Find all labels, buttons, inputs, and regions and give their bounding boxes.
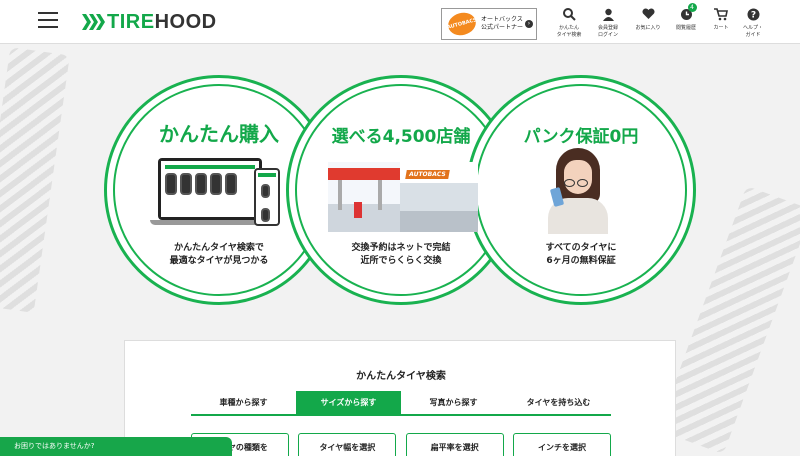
autobacs-partner-banner[interactable]: AUTOBACS オートバックス 公式パートナー › [441,8,537,40]
cart-icon [714,6,728,22]
svg-text:?: ? [750,10,755,20]
tire-track-left [0,47,70,313]
nav-login[interactable]: 会員登録 ログイン [586,6,630,39]
select-aspect-ratio-button[interactable]: 扁平率を選択 [405,433,504,456]
select-tire-width-button[interactable]: タイヤ幅を選択 [298,433,397,456]
help-icon: ? [747,6,760,22]
tab-bring-tires[interactable]: タイヤを持ち込む [506,391,611,414]
partner-line2: 公式パートナー [481,24,524,31]
feature-title: パンク保証0円 [523,127,639,147]
store-photo: AUTOBACS [328,162,478,232]
site-header: TIREHOOD AUTOBACS オートバックス 公式パートナー › かんたん… [0,0,800,44]
nav-label: カート [713,25,729,31]
logo-suffix: HOOD [154,10,217,33]
nav-tire-search[interactable]: かんたん タイヤ検索 [547,6,591,39]
tab-by-photo[interactable]: 写真から探す [401,391,506,414]
laptop-phone-illustration [150,158,280,226]
history-count-badge: 4 [687,3,697,12]
store-sign: AUTOBACS [405,170,450,179]
nav-label: 会員登録 ログイン [597,25,618,38]
nav-help[interactable]: ? ヘルプ・ ガイド [731,6,775,39]
autobacs-logo: AUTOBACS [445,9,479,39]
user-icon [602,6,615,22]
search-panel-title: かんたんタイヤ検索 [356,371,446,382]
logo-chevron-icon [82,14,105,30]
partner-line1: オートバックス [481,16,523,23]
menu-icon[interactable] [38,12,58,30]
logo-prefix: TIRE [107,10,155,33]
nav-label: 閲覧履歴 [675,25,696,31]
search-tabs: 車種から探す サイズから探す 写真から探す タイヤを持ち込む [191,391,611,416]
select-inch-button[interactable]: インチを選択 [512,433,611,456]
tab-by-size[interactable]: サイズから探す [296,391,401,414]
nav-label: お気に入り [635,25,661,31]
history-icon: 4 [680,3,697,22]
site-logo[interactable]: TIREHOOD [82,9,217,35]
search-icon [562,6,576,22]
tab-by-vehicle[interactable]: 車種から探す [191,391,296,414]
woman-with-phone-photo [546,148,610,234]
heart-icon [641,6,655,22]
feature-description: すべてのタイヤに 6ヶ月の無料保証 [545,243,617,266]
chevron-right-icon: › [525,20,533,28]
nav-label: かんたん タイヤ検索 [556,25,582,38]
help-chat-bar[interactable]: お困りではありませんか? [0,437,232,456]
nav-label: ヘルプ・ ガイド [742,25,763,38]
